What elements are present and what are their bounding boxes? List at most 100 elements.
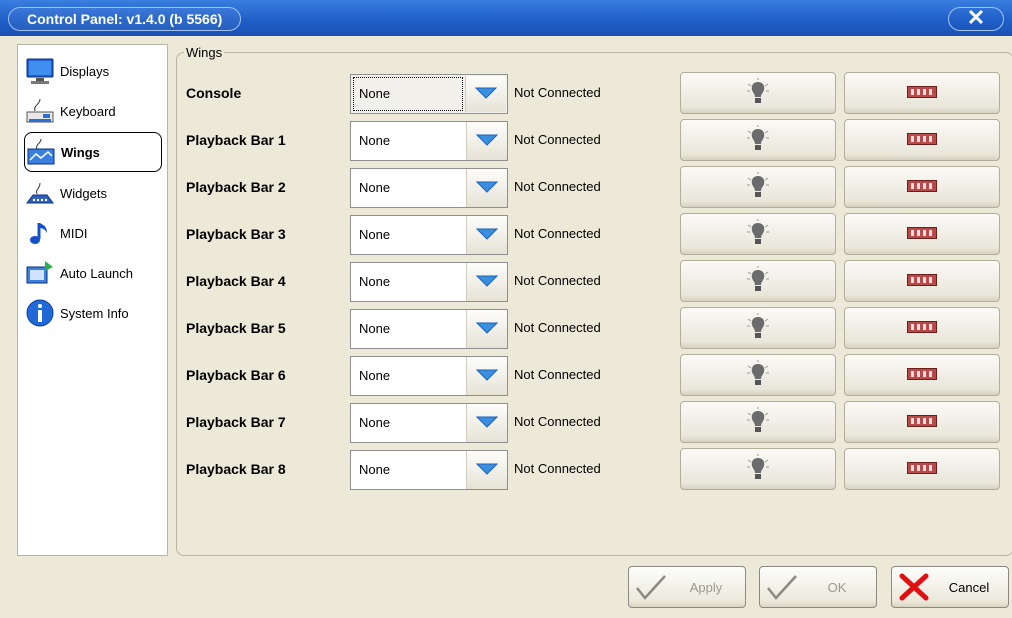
- dropdown-button[interactable]: [466, 357, 507, 395]
- test-button[interactable]: [844, 213, 1000, 255]
- sidebar-item-midi[interactable]: MIDI: [24, 215, 160, 251]
- sidebar-item-system-info[interactable]: System Info: [24, 295, 160, 331]
- title-bar[interactable]: Control Panel: v1.4.0 (b 5566) ✕: [0, 0, 1012, 36]
- close-button[interactable]: ✕: [948, 7, 1004, 31]
- wing-row: Console None Not Connected: [186, 71, 1012, 117]
- wing-type-select[interactable]: None: [350, 74, 508, 114]
- identify-button[interactable]: [680, 213, 836, 255]
- sidebar-item-label: MIDI: [60, 225, 88, 241]
- wing-type-select[interactable]: None: [350, 215, 508, 255]
- wing-label: Playback Bar 5: [186, 320, 286, 336]
- wing-label: Playback Bar 2: [186, 179, 286, 195]
- sidebar-item-label: Wings: [61, 144, 100, 160]
- chevron-down-icon: [475, 228, 499, 243]
- dropdown-button[interactable]: [466, 122, 507, 160]
- cancel-x-icon: [892, 567, 936, 607]
- dropdown-button[interactable]: [466, 263, 507, 301]
- chevron-down-icon: [474, 87, 498, 102]
- chevron-down-icon: [475, 416, 499, 431]
- chevron-down-icon: [475, 134, 499, 149]
- identify-button[interactable]: [680, 166, 836, 208]
- wings-group-title: Wings: [184, 45, 225, 60]
- wing-row: Playback Bar 1 None Not Connected: [186, 118, 1012, 164]
- test-button[interactable]: [844, 119, 1000, 161]
- sidebar-item-label: System Info: [60, 305, 129, 321]
- wing-type-select[interactable]: None: [350, 450, 508, 490]
- sidebar-item-auto-launch[interactable]: Auto Launch: [24, 255, 160, 291]
- dropdown-button[interactable]: [465, 76, 506, 112]
- test-button[interactable]: [844, 354, 1000, 396]
- wing-row: Playback Bar 3 None Not Connected: [186, 212, 1012, 258]
- close-icon: ✕: [966, 5, 986, 30]
- select-value: None: [359, 227, 391, 242]
- monitor-icon: [24, 55, 56, 87]
- identify-button[interactable]: [680, 448, 836, 490]
- sidebar-item-label: Keyboard: [60, 103, 116, 119]
- apply-button[interactable]: Apply: [628, 566, 746, 608]
- select-value: None: [353, 77, 463, 111]
- identify-button[interactable]: [680, 354, 836, 396]
- window-title: Control Panel: v1.4.0 (b 5566): [8, 7, 242, 31]
- chevron-down-icon: [475, 322, 499, 337]
- dropdown-button[interactable]: [466, 310, 507, 348]
- wing-label: Playback Bar 7: [186, 414, 286, 430]
- wing-type-select[interactable]: None: [350, 121, 508, 161]
- connection-status: Not Connected: [514, 179, 601, 194]
- sidebar: Displays Keyboard Wings Widgets MIDI Aut…: [17, 44, 168, 556]
- keyboard-icon: [24, 95, 56, 127]
- identify-button[interactable]: [680, 260, 836, 302]
- wing-type-select[interactable]: None: [350, 309, 508, 349]
- wing-row: Playback Bar 8 None Not Connected: [186, 447, 1012, 493]
- wing-label: Playback Bar 3: [186, 226, 286, 242]
- dropdown-button[interactable]: [466, 216, 507, 254]
- test-button[interactable]: [844, 448, 1000, 490]
- connection-status: Not Connected: [514, 320, 601, 335]
- cancel-button[interactable]: Cancel: [891, 566, 1009, 608]
- checkmark-icon: [760, 567, 804, 607]
- identify-button[interactable]: [680, 401, 836, 443]
- test-button[interactable]: [844, 260, 1000, 302]
- wing-type-select[interactable]: None: [350, 356, 508, 396]
- ok-label: OK: [827, 579, 847, 595]
- fader-meter-icon: [907, 132, 937, 148]
- connection-status: Not Connected: [514, 226, 601, 241]
- connection-status: Not Connected: [514, 414, 601, 429]
- chevron-down-icon: [475, 275, 499, 290]
- dropdown-button[interactable]: [466, 451, 507, 489]
- wing-label: Playback Bar 6: [186, 367, 286, 383]
- wing-type-select[interactable]: None: [350, 403, 508, 443]
- music-note-icon: [24, 217, 56, 249]
- sidebar-item-keyboard[interactable]: Keyboard: [24, 93, 160, 129]
- identify-button[interactable]: [680, 72, 836, 114]
- auto-launch-icon: [24, 257, 56, 289]
- connection-status: Not Connected: [514, 367, 601, 382]
- select-value: None: [359, 274, 391, 289]
- fader-meter-icon: [907, 85, 937, 101]
- wing-icon: [25, 136, 57, 168]
- test-button[interactable]: [844, 401, 1000, 443]
- fader-meter-icon: [907, 320, 937, 336]
- ok-button[interactable]: OK: [759, 566, 877, 608]
- connection-status: Not Connected: [514, 461, 601, 476]
- test-button[interactable]: [844, 166, 1000, 208]
- sidebar-item-displays[interactable]: Displays: [24, 53, 160, 89]
- fader-meter-icon: [907, 226, 937, 242]
- sidebar-item-label: Displays: [60, 63, 110, 79]
- test-button[interactable]: [844, 307, 1000, 349]
- sidebar-item-widgets[interactable]: Widgets: [24, 175, 160, 211]
- wing-type-select[interactable]: None: [350, 168, 508, 208]
- dropdown-button[interactable]: [466, 404, 507, 442]
- chevron-down-icon: [475, 369, 499, 384]
- dropdown-button[interactable]: [466, 169, 507, 207]
- cancel-label: Cancel: [948, 579, 990, 595]
- wing-type-select[interactable]: None: [350, 262, 508, 302]
- checkmark-icon: [629, 567, 673, 607]
- fader-meter-icon: [907, 179, 937, 195]
- test-button[interactable]: [844, 72, 1000, 114]
- identify-button[interactable]: [680, 119, 836, 161]
- sidebar-item-wings[interactable]: Wings: [24, 132, 162, 172]
- identify-button[interactable]: [680, 307, 836, 349]
- lightbulb-icon: [746, 77, 770, 109]
- select-value: None: [359, 321, 391, 336]
- fader-meter-icon: [907, 367, 937, 383]
